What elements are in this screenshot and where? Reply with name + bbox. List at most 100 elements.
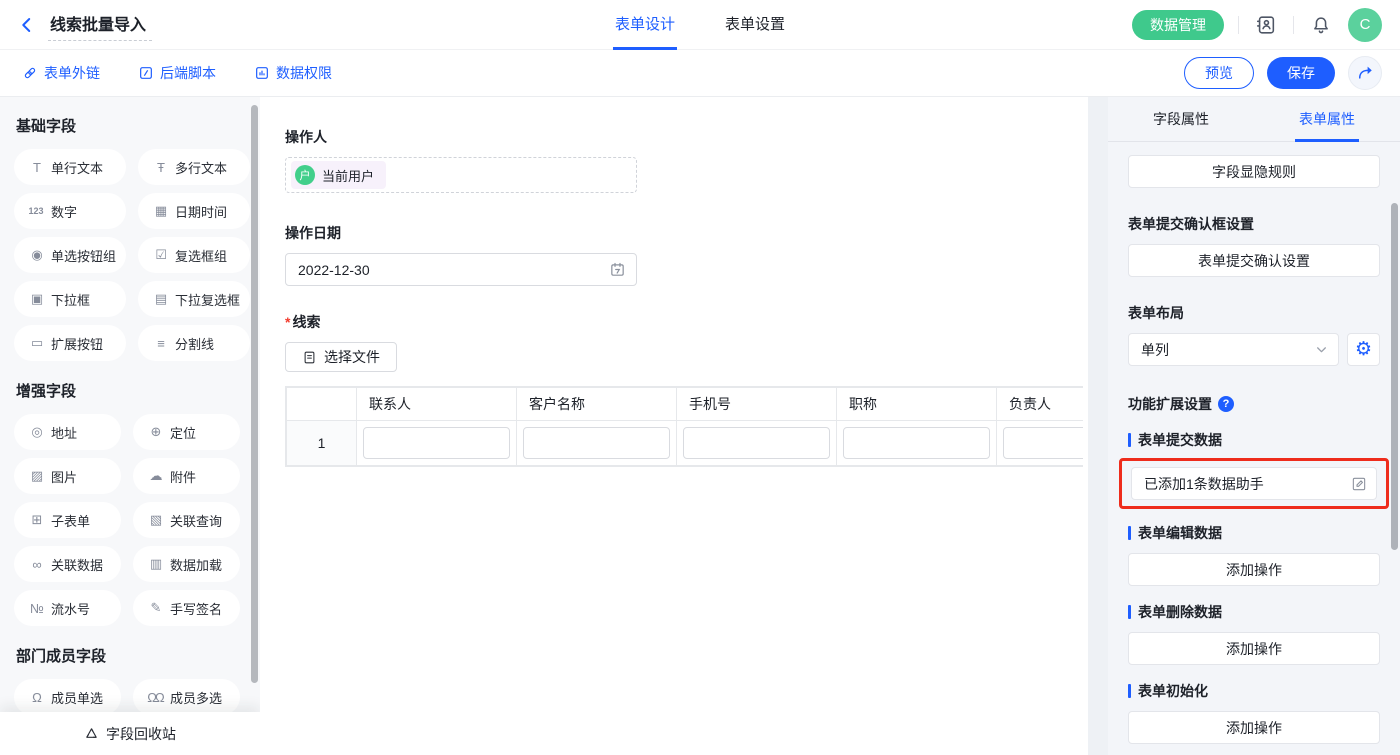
edit-data-add-button[interactable]: 添加操作 <box>1128 553 1380 586</box>
share-arrow-icon <box>1356 64 1374 82</box>
column-header-contact: 联系人 <box>357 388 517 421</box>
member-multi-icon: ΩΩ <box>147 690 163 705</box>
field-item-relation-data[interactable]: ∞关联数据 <box>14 546 121 582</box>
operator-field[interactable]: 户 当前用户 <box>285 157 637 193</box>
extension-settings-title: 功能扩展设置 ? <box>1128 394 1380 414</box>
section-title: 部门成员字段 <box>16 645 240 666</box>
field-item-signature[interactable]: ✎手写签名 <box>133 590 240 626</box>
column-header-owner: 负责人 <box>997 388 1084 421</box>
field-item-extend-button[interactable]: ▭扩展按钮 <box>14 325 126 361</box>
form-init-label: 表单初始化 <box>1128 681 1380 701</box>
field-item-multi-select[interactable]: ▤下拉复选框 <box>138 281 250 317</box>
job-title-input[interactable] <box>843 427 990 459</box>
field-item-number[interactable]: 123数字 <box>14 193 126 229</box>
data-manage-button[interactable]: 数据管理 <box>1132 10 1224 40</box>
file-icon <box>302 350 317 365</box>
customer-name-input[interactable] <box>523 427 670 459</box>
field-item-single-line-text[interactable]: T单行文本 <box>14 149 126 185</box>
data-permission-button[interactable]: 数据权限 <box>254 63 332 83</box>
sidebar-scrollbar[interactable] <box>251 105 258 683</box>
location-icon: ⊕ <box>147 424 163 440</box>
preview-button[interactable]: 预览 <box>1184 57 1254 89</box>
layout-select[interactable]: 单列 <box>1128 333 1339 366</box>
field-item-serial-number[interactable]: №流水号 <box>14 590 121 626</box>
data-assistant-field[interactable]: 已添加1条数据助手 <box>1131 467 1377 500</box>
panel-tabs: 字段属性 表单属性 <box>1108 97 1400 142</box>
radio-group-icon: ◉ <box>28 247 44 263</box>
highlight-red-box: 已添加1条数据助手 <box>1119 458 1389 509</box>
field-item-relation-query[interactable]: ▧关联查询 <box>133 502 240 538</box>
field-grid: ◎地址 ⊕定位 ▨图片 ☁附件 ⊞子表单 ▧关联查询 ∞关联数据 ▥数据加载 №… <box>14 414 240 626</box>
canvas-panel-gap <box>1088 97 1108 755</box>
divider-icon: ≡ <box>152 336 168 351</box>
current-user-tag[interactable]: 户 当前用户 <box>291 161 386 189</box>
date-field-label: 操作日期 <box>285 223 1088 243</box>
edit-icon <box>1351 476 1367 492</box>
form-canvas: 操作人 户 当前用户 操作日期 2022-12-30 * 线索 选择文件 <box>260 97 1088 755</box>
member-single-icon: Ω <box>28 690 44 705</box>
field-item-multi-line-text[interactable]: Ŧ多行文本 <box>138 149 250 185</box>
gear-icon: ⚙ <box>1355 338 1372 361</box>
field-recycle-bin[interactable]: 字段回收站 <box>0 712 260 755</box>
field-item-radio-group[interactable]: ◉单选按钮组 <box>14 237 126 273</box>
table-index-header <box>287 388 357 421</box>
contact-input[interactable] <box>363 427 510 459</box>
image-icon: ▨ <box>28 468 44 484</box>
divider <box>1293 16 1294 34</box>
field-item-checkbox-group[interactable]: ☑复选框组 <box>138 237 250 273</box>
submit-confirm-button[interactable]: 表单提交确认设置 <box>1128 244 1380 277</box>
field-item-member-single[interactable]: Ω成员单选 <box>14 679 121 715</box>
clue-field-label: * 线索 <box>285 312 1088 332</box>
table-row: 1 <box>287 421 1084 466</box>
tab-form-design[interactable]: 表单设计 <box>613 0 677 50</box>
help-icon[interactable]: ? <box>1218 396 1234 412</box>
save-button[interactable]: 保存 <box>1267 57 1335 89</box>
date-value: 2022-12-30 <box>298 262 609 278</box>
phone-input[interactable] <box>683 427 830 459</box>
external-link-button[interactable]: 表单外链 <box>22 63 100 83</box>
datetime-icon: ▦ <box>152 203 168 219</box>
field-item-data-load[interactable]: ▥数据加载 <box>133 546 240 582</box>
back-icon[interactable] <box>16 14 38 36</box>
serial-number-icon: № <box>28 601 44 616</box>
tab-field-properties[interactable]: 字段属性 <box>1108 97 1254 141</box>
field-item-select[interactable]: ▣下拉框 <box>14 281 126 317</box>
owner-input[interactable] <box>1003 427 1083 459</box>
field-item-datetime[interactable]: ▦日期时间 <box>138 193 250 229</box>
field-visibility-rules-button[interactable]: 字段显隐规则 <box>1128 155 1380 188</box>
operator-field-label: 操作人 <box>285 127 1088 147</box>
backend-script-button[interactable]: 后端脚本 <box>138 63 216 83</box>
tab-form-properties[interactable]: 表单属性 <box>1254 97 1400 141</box>
field-item-attachment[interactable]: ☁附件 <box>133 458 240 494</box>
page-title[interactable]: 线索批量导入 <box>48 9 152 41</box>
notification-bell-icon[interactable] <box>1308 12 1334 38</box>
form-init-add-button[interactable]: 添加操作 <box>1128 711 1380 744</box>
recycle-icon <box>84 726 99 741</box>
field-item-divider[interactable]: ≡分割线 <box>138 325 250 361</box>
field-item-member-multi[interactable]: ΩΩ成员多选 <box>133 679 240 715</box>
contact-book-icon[interactable] <box>1253 12 1279 38</box>
field-item-address[interactable]: ◎地址 <box>14 414 121 450</box>
field-item-subform[interactable]: ⊞子表单 <box>14 502 121 538</box>
layout-settings-button[interactable]: ⚙ <box>1347 333 1380 366</box>
field-library-scroll: 基础字段 T单行文本 Ŧ多行文本 123数字 ▦日期时间 ◉单选按钮组 ☑复选框… <box>0 97 260 755</box>
select-file-button[interactable]: 选择文件 <box>285 342 397 372</box>
delete-data-add-button[interactable]: 添加操作 <box>1128 632 1380 665</box>
edit-data-label: 表单编辑数据 <box>1128 523 1380 543</box>
field-item-location[interactable]: ⊕定位 <box>133 414 240 450</box>
header-tabs: 表单设计 表单设置 <box>613 0 787 50</box>
date-field[interactable]: 2022-12-30 <box>285 253 637 286</box>
user-avatar[interactable]: C <box>1348 8 1382 42</box>
tab-form-settings[interactable]: 表单设置 <box>723 0 787 50</box>
subform-icon: ⊞ <box>28 512 44 528</box>
share-button[interactable] <box>1348 56 1382 90</box>
panel-scrollbar[interactable] <box>1391 203 1398 550</box>
field-item-image[interactable]: ▨图片 <box>14 458 121 494</box>
relation-data-icon: ∞ <box>28 557 44 572</box>
submit-confirm-title: 表单提交确认框设置 <box>1128 214 1380 234</box>
basic-fields-section: 基础字段 T单行文本 Ŧ多行文本 123数字 ▦日期时间 ◉单选按钮组 ☑复选框… <box>14 115 240 361</box>
workspace: 基础字段 T单行文本 Ŧ多行文本 123数字 ▦日期时间 ◉单选按钮组 ☑复选框… <box>0 97 1400 755</box>
data-load-icon: ▥ <box>147 556 163 572</box>
relation-query-icon: ▧ <box>147 512 163 528</box>
top-header: 线索批量导入 表单设计 表单设置 数据管理 C <box>0 0 1400 50</box>
